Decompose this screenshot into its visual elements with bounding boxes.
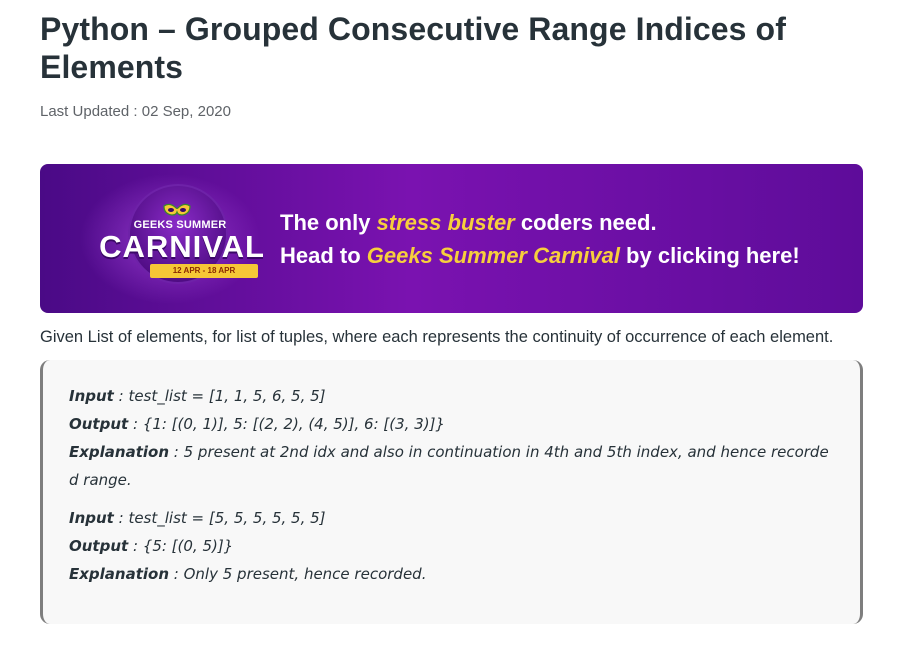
example-2-output: Output : {5: [(0, 5)]}: [69, 532, 834, 560]
example-1-output: Output : {1: [(0, 1)], 5: [(2, 2), (4, 5…: [69, 410, 834, 438]
example-1-output-label: Output: [69, 415, 129, 433]
banner-line-1-post: coders need.: [514, 210, 657, 235]
banner-line-1-highlight: stress buster: [376, 210, 515, 235]
example-2-explanation-label: Explanation: [69, 565, 170, 583]
example-1-input-value: : test_list = [1, 1, 5, 6, 5, 5]: [113, 387, 326, 405]
example-2-input-value: : test_list = [5, 5, 5, 5, 5, 5]: [113, 509, 326, 527]
example-2-output-label: Output: [69, 537, 129, 555]
carnival-logo: GEEKS SUMMER CARNIVAL 12 APR - 18 APR: [80, 182, 264, 297]
example-block: Input : test_list = [1, 1, 5, 6, 5, 5] O…: [40, 360, 863, 624]
banner-line-2-post: by clicking here!: [619, 243, 800, 268]
carnival-mask-icon: [163, 203, 191, 216]
example-2-explanation-value: : Only 5 present, hence recorded.: [169, 565, 427, 583]
example-1-explanation: Explanation : 5 present at 2nd idx and a…: [69, 438, 834, 494]
example-2-explanation: Explanation : Only 5 present, hence reco…: [69, 560, 834, 588]
carnival-banner[interactable]: GEEKS SUMMER CARNIVAL 12 APR - 18 APR Th…: [40, 164, 863, 313]
intro-paragraph: Given List of elements, for list of tupl…: [40, 328, 834, 346]
logo-main-text: CARNIVAL: [99, 229, 265, 264]
example-2-input-label: Input: [69, 509, 114, 527]
example-2-output-value: : {5: [(0, 5)]}: [128, 537, 234, 555]
example-2-input: Input : test_list = [5, 5, 5, 5, 5, 5]: [69, 504, 834, 532]
example-1-explanation-label: Explanation: [69, 443, 170, 461]
article: Python – Grouped Consecutive Range Indic…: [40, 0, 863, 624]
example-1-input: Input : test_list = [1, 1, 5, 6, 5, 5]: [69, 382, 834, 410]
example-1-explanation-value: : 5 present at 2nd idx and also in conti…: [69, 443, 829, 489]
banner-line-1: The only stress buster coders need.: [280, 206, 800, 239]
banner-line-2: Head to Geeks Summer Carnival by clickin…: [280, 239, 800, 272]
banner-message[interactable]: The only stress buster coders need. Head…: [280, 206, 800, 272]
banner-line-2-pre: Head to: [280, 243, 367, 268]
banner-line-2-highlight: Geeks Summer Carnival: [366, 243, 620, 268]
logo-dates-ribbon: 12 APR - 18 APR: [150, 264, 258, 278]
example-1-input-label: Input: [69, 387, 114, 405]
example-gap: [69, 494, 834, 504]
article-title: Python – Grouped Consecutive Range Indic…: [40, 11, 786, 85]
example-1-output-value: : {1: [(0, 1)], 5: [(2, 2), (4, 5)], 6: …: [128, 415, 445, 433]
banner-line-1-pre: The only: [280, 210, 377, 235]
last-updated: Last Updated : 02 Sep, 2020: [40, 103, 231, 120]
